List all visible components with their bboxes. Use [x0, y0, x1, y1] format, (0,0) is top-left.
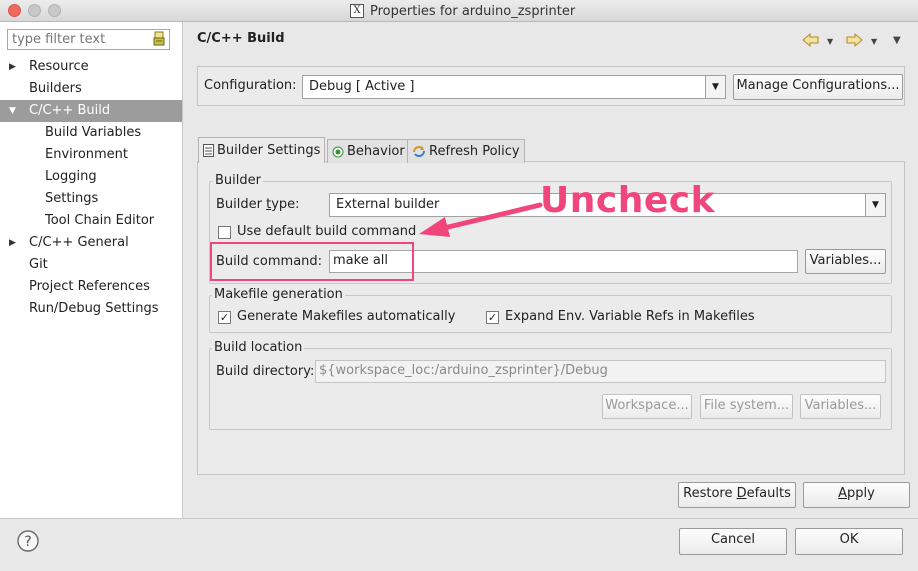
svg-text:?: ? — [24, 534, 31, 550]
expand-env-refs-checkbox[interactable]: ✓ — [486, 311, 499, 324]
sidebar-item-settings[interactable]: Settings — [0, 188, 182, 210]
maximize-window-button[interactable] — [48, 4, 61, 17]
filter-input[interactable] — [7, 29, 170, 50]
apply-button[interactable]: Apply — [803, 482, 910, 508]
use-default-build-command-checkbox[interactable] — [218, 226, 231, 239]
file-system-button[interactable]: File system... — [700, 394, 793, 419]
annotation-arrow-icon — [419, 202, 543, 237]
minimize-window-button[interactable] — [28, 4, 41, 17]
tree-item-label: C/C++ General — [29, 235, 129, 250]
builder-type-label: Builder type: — [216, 197, 300, 212]
chevron-down-icon[interactable]: ▼ — [705, 76, 725, 98]
radio-icon — [332, 146, 344, 157]
sidebar-item-logging[interactable]: Logging — [0, 166, 182, 188]
configuration-select[interactable]: Debug [ Active ] ▼ — [302, 75, 726, 99]
sidebar-item-environment[interactable]: Environment — [0, 144, 182, 166]
build-location-group-label: Build location — [212, 340, 305, 355]
tab-builder-settings-label: Builder Settings — [217, 142, 321, 158]
manage-configurations-button[interactable]: Manage Configurations... — [733, 74, 903, 100]
tree-item-label: Resource — [29, 59, 89, 74]
clear-filter-icon[interactable] — [152, 31, 166, 47]
forward-arrow-icon[interactable] — [845, 33, 863, 47]
refresh-icon — [413, 146, 425, 157]
sidebar-item-c-c-build[interactable]: ▼ C/C++ Build — [0, 100, 182, 122]
generate-makefiles-checkbox[interactable]: ✓ — [218, 311, 231, 324]
location-variables-button[interactable]: Variables... — [800, 394, 881, 419]
sidebar-item-project-references[interactable]: Project References — [0, 276, 182, 298]
x11-icon: X — [350, 4, 364, 18]
forward-menu-chevron-icon[interactable]: ▼ — [871, 37, 877, 46]
sidebar-item-c-c-general[interactable]: ▶ C/C++ General — [0, 232, 182, 254]
build-directory-label: Build directory: — [216, 364, 315, 379]
chevron-right-icon[interactable]: ▶ — [9, 56, 19, 78]
sidebar-item-build-variables[interactable]: Build Variables — [0, 122, 182, 144]
tree-item-label: Tool Chain Editor — [45, 213, 155, 228]
tree-item-label: Build Variables — [45, 125, 142, 140]
close-window-button[interactable] — [8, 4, 21, 17]
annotation-uncheck-text: Uncheck — [540, 180, 716, 221]
tree-item-label: C/C++ Build — [29, 103, 111, 118]
sidebar-item-tool-chain-editor[interactable]: Tool Chain Editor — [0, 210, 182, 232]
workspace-button[interactable]: Workspace... — [602, 394, 692, 419]
tree-item-label: Settings — [45, 191, 99, 206]
configuration-label: Configuration: — [204, 78, 297, 93]
tab-builder-settings[interactable]: Builder Settings — [198, 137, 326, 163]
chevron-down-icon[interactable]: ▼ — [865, 194, 885, 216]
property-tree-pane: ▶ Resource Builders ▼ C/C++ Build Build Varia… — [0, 22, 183, 532]
build-command-highlight-box — [210, 242, 414, 281]
page-title: C/C++ Build — [197, 31, 285, 46]
tree-item-label: Logging — [45, 169, 97, 184]
property-tree: ▶ Resource Builders ▼ C/C++ Build Build Varia… — [0, 56, 182, 320]
tab-behavior[interactable]: Behavior — [327, 139, 410, 163]
configuration-value: Debug [ Active ] — [309, 79, 415, 94]
builder-variables-button[interactable]: Variables... — [805, 249, 886, 274]
window-titlebar[interactable]: X Properties for arduino_zsprinter — [0, 0, 918, 22]
builder-group-label: Builder — [213, 173, 263, 188]
restore-defaults-button[interactable]: Restore Defaults — [678, 482, 796, 508]
tree-item-label: Environment — [45, 147, 129, 162]
document-icon — [203, 144, 214, 157]
expand-env-refs-label[interactable]: Expand Env. Variable Refs in Makefiles — [505, 309, 755, 324]
sidebar-item-run-debug-settings[interactable]: Run/Debug Settings — [0, 298, 182, 320]
tree-item-label: Run/Debug Settings — [29, 301, 159, 316]
tab-behavior-label: Behavior — [347, 143, 405, 159]
tree-item-label: Project References — [29, 279, 150, 294]
view-menu-icon[interactable]: ▼ — [893, 35, 901, 46]
generate-makefiles-label[interactable]: Generate Makefiles automatically — [237, 309, 455, 324]
use-default-build-command-label[interactable]: Use default build command — [237, 224, 416, 239]
tab-refresh-policy-label: Refresh Policy — [429, 143, 520, 159]
tree-item-label: Git — [29, 257, 48, 272]
window-title: X Properties for arduino_zsprinter — [350, 3, 575, 19]
sidebar-item-resource[interactable]: ▶ Resource — [0, 56, 182, 78]
ok-button[interactable]: OK — [795, 528, 903, 555]
cancel-button[interactable]: Cancel — [679, 528, 787, 555]
sidebar-item-builders[interactable]: Builders — [0, 78, 182, 100]
sidebar-item-git[interactable]: Git — [0, 254, 182, 276]
tree-item-label: Builders — [29, 81, 82, 96]
back-arrow-icon[interactable] — [802, 33, 820, 47]
window-title-text: Properties for arduino_zsprinter — [370, 3, 576, 19]
chevron-right-icon[interactable]: ▶ — [9, 232, 19, 254]
build-directory-input[interactable]: ${workspace_loc:/arduino_zsprinter}/Debu… — [315, 360, 886, 383]
makefile-generation-group-label: Makefile generation — [212, 287, 345, 302]
help-icon[interactable]: ? — [17, 530, 39, 552]
back-menu-chevron-icon[interactable]: ▼ — [827, 37, 833, 46]
chevron-down-icon[interactable]: ▼ — [9, 100, 19, 122]
tab-refresh-policy[interactable]: Refresh Policy — [407, 139, 525, 163]
